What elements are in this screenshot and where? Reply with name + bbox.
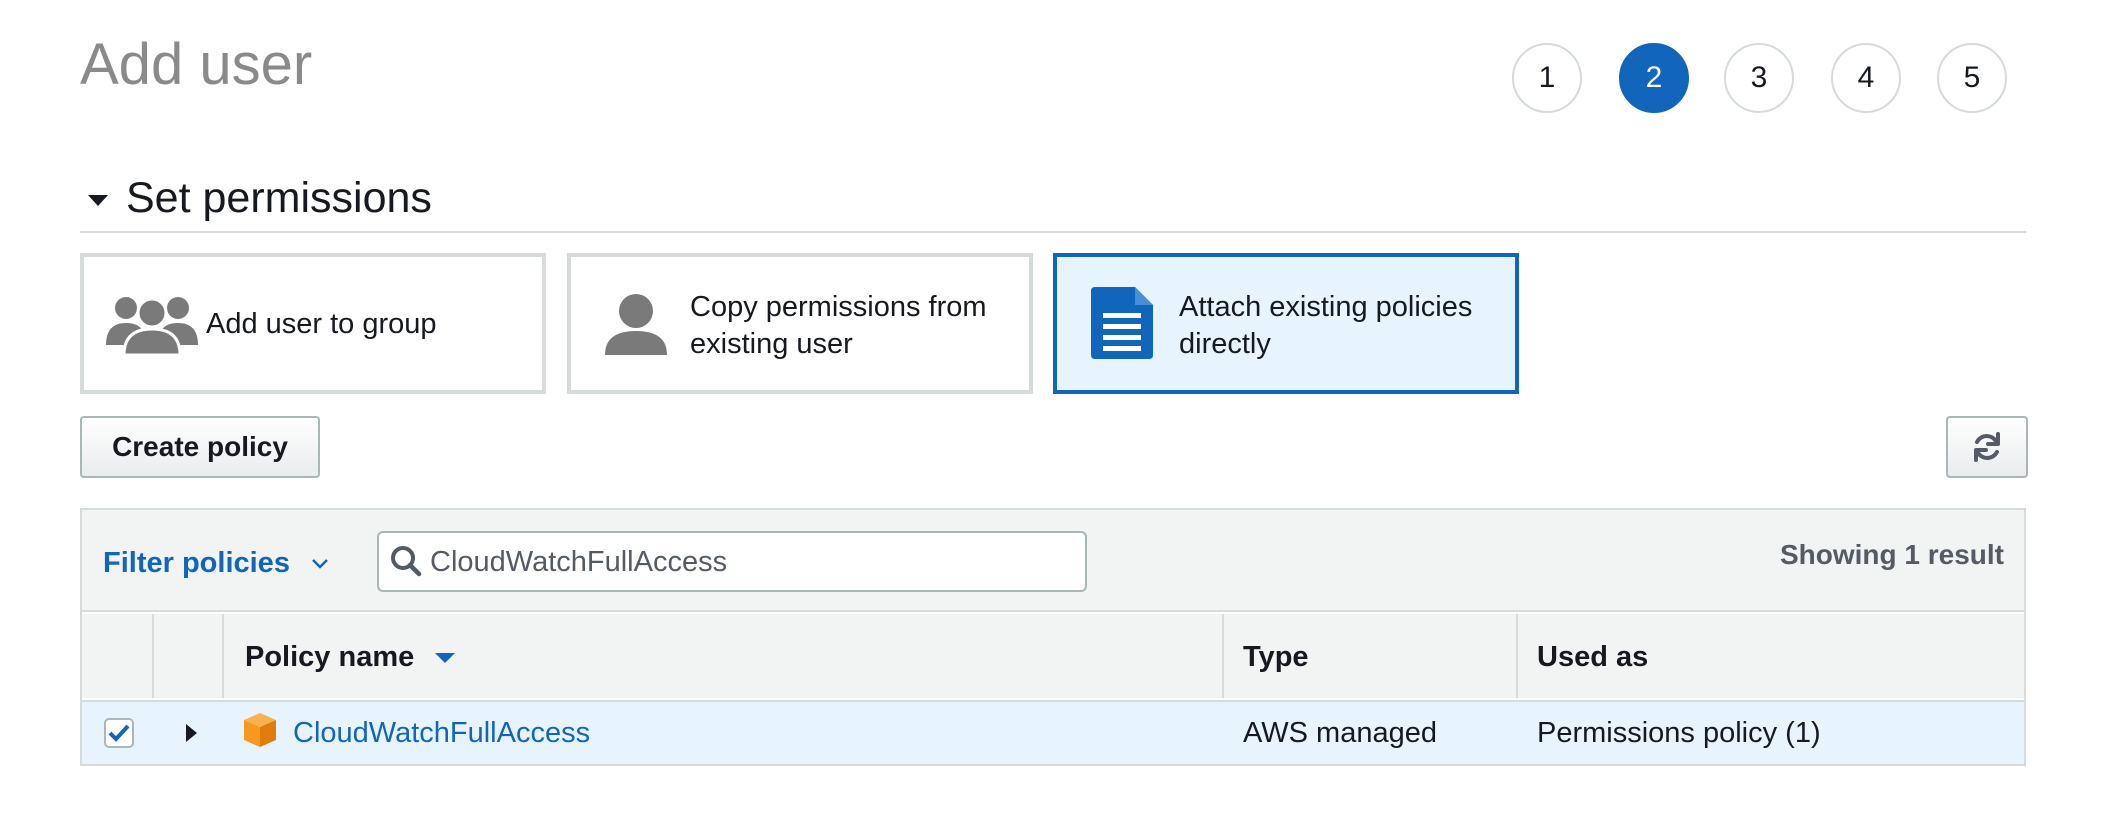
step-4[interactable]: 4 — [1831, 43, 1901, 113]
section-title[interactable]: Set permissions — [126, 172, 432, 224]
users-group-icon — [106, 297, 198, 355]
column-divider — [1222, 614, 1224, 698]
policy-type: AWS managed — [1243, 717, 1437, 749]
column-divider — [152, 614, 154, 698]
filter-label: Filter policies — [103, 547, 290, 579]
option-label-line1: Copy permissions from — [690, 291, 987, 323]
section-divider — [80, 231, 2026, 233]
column-header-used-as[interactable]: Used as — [1537, 640, 1648, 674]
option-label-line1: Attach existing policies — [1179, 291, 1473, 323]
option-label: Add user to group — [206, 308, 437, 340]
step-5[interactable]: 5 — [1937, 43, 2007, 113]
sort-desc-icon[interactable] — [434, 652, 456, 664]
filter-policies-dropdown[interactable]: Filter policies — [103, 546, 330, 580]
option-label-line2: directly — [1179, 328, 1271, 360]
step-3[interactable]: 3 — [1724, 43, 1794, 113]
option-add-user-to-group[interactable]: Add user to group — [80, 253, 546, 394]
create-policy-button[interactable]: Create policy — [80, 416, 320, 478]
option-copy-permissions[interactable]: Copy permissions from existing user — [567, 253, 1033, 394]
search-icon — [391, 546, 422, 577]
search-value: CloudWatchFullAccess — [430, 546, 728, 578]
collapse-caret-icon[interactable] — [88, 195, 108, 206]
chevron-down-icon — [312, 559, 328, 570]
document-icon — [1091, 287, 1153, 359]
column-label: Policy name — [245, 641, 415, 673]
step-1[interactable]: 1 — [1512, 43, 1582, 113]
checkmark-icon — [108, 724, 130, 742]
expand-row-icon[interactable] — [184, 723, 198, 743]
row-checkbox[interactable] — [104, 718, 134, 748]
user-icon — [605, 294, 667, 355]
option-label-line2: existing user — [690, 328, 853, 360]
column-divider — [222, 614, 224, 698]
policy-name-link[interactable]: CloudWatchFullAccess — [293, 716, 590, 750]
policy-cube-icon — [244, 713, 276, 747]
option-attach-policies[interactable]: Attach existing policies directly — [1053, 253, 1519, 394]
refresh-button[interactable] — [1946, 416, 2028, 478]
page-title: Add user — [80, 32, 313, 97]
column-header-policy-name[interactable]: Policy name — [245, 640, 456, 674]
refresh-icon — [1974, 432, 2000, 462]
column-divider — [1516, 614, 1518, 698]
step-2[interactable]: 2 — [1619, 43, 1689, 113]
column-header-type[interactable]: Type — [1243, 640, 1309, 674]
policy-used-as: Permissions policy (1) — [1537, 717, 1821, 749]
result-count: Showing 1 result — [1779, 539, 2004, 570]
